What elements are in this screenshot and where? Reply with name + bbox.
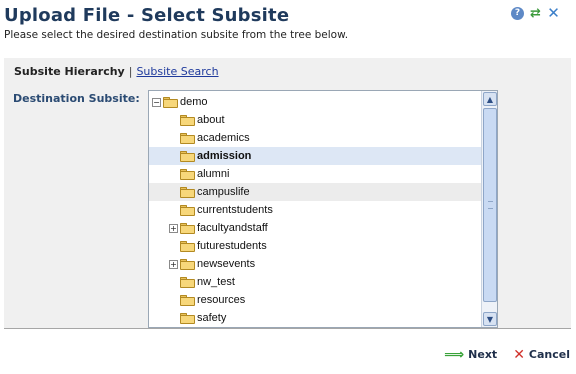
tree-item-label[interactable]: admission	[197, 150, 251, 162]
scroll-down-button[interactable]: ▼	[483, 312, 497, 326]
next-button[interactable]: ⟹ Next	[444, 346, 498, 363]
tree-item-label[interactable]: newsevents	[197, 258, 255, 270]
tree-item[interactable]: admission	[149, 147, 481, 165]
folder-icon	[180, 168, 195, 180]
tree-item-label[interactable]: futurestudents	[197, 240, 267, 252]
close-icon[interactable]: ✕	[547, 5, 560, 20]
folder-icon	[180, 312, 195, 324]
tree-item-label[interactable]: demo	[180, 96, 208, 108]
tree-root-item[interactable]: − demo	[149, 93, 481, 111]
folder-icon	[180, 240, 195, 252]
dialog-footer: ⟹ Next ✕ Cancel	[444, 346, 570, 363]
tree-item-label[interactable]: safety	[197, 312, 226, 324]
tab-subsite-search[interactable]: Subsite Search	[136, 65, 218, 78]
tree-item[interactable]: currentstudents	[149, 201, 481, 219]
tree-item[interactable]: futurestudents	[149, 237, 481, 255]
tab-subsite-hierarchy[interactable]: Subsite Hierarchy	[14, 65, 125, 78]
folder-icon	[180, 294, 195, 306]
collapse-icon[interactable]: −	[152, 97, 161, 107]
destination-subsite-label: Destination Subsite:	[13, 92, 140, 105]
tree-item[interactable]: resources	[149, 291, 481, 309]
scroll-grip	[488, 201, 493, 209]
folder-icon	[180, 222, 195, 234]
help-icon[interactable]: ?	[511, 6, 524, 20]
tree-item[interactable]: nw_test	[149, 273, 481, 291]
tree-item-label[interactable]: nw_test	[197, 276, 235, 288]
header-icons: ? ⇄ ✕	[511, 5, 560, 20]
folder-icon	[180, 132, 195, 144]
subsite-tree: − demo about academics admission alumni campus…	[149, 91, 481, 327]
next-arrow-icon: ⟹	[444, 346, 465, 363]
folder-icon	[180, 114, 195, 126]
folder-icon	[163, 96, 178, 108]
scroll-up-button[interactable]: ▲	[483, 92, 497, 106]
tree-item-label[interactable]: facultyandstaff	[197, 222, 268, 234]
cancel-x-icon: ✕	[513, 346, 525, 363]
folder-icon	[180, 186, 195, 198]
folder-icon	[180, 150, 195, 162]
folder-icon	[180, 258, 195, 270]
tree-item[interactable]: academics	[149, 129, 481, 147]
tree-item-label[interactable]: alumni	[197, 168, 229, 180]
folder-icon	[180, 204, 195, 216]
next-label: Next	[468, 348, 498, 361]
subsite-tree-box: − demo about academics admission alumni campus…	[148, 90, 498, 328]
expand-icon[interactable]: +	[169, 259, 178, 269]
scroll-thumb[interactable]	[483, 108, 497, 302]
tree-item-label[interactable]: academics	[197, 132, 250, 144]
tree-item[interactable]: alumni	[149, 165, 481, 183]
tree-item[interactable]: + facultyandstaff	[149, 219, 481, 237]
expand-icon[interactable]: +	[169, 223, 178, 233]
page-subtitle: Please select the desired destination su…	[4, 29, 349, 41]
tree-item-label[interactable]: resources	[197, 294, 245, 306]
tree-item-label[interactable]: about	[197, 114, 225, 126]
subsite-panel: Subsite Hierarchy | Subsite Search Destina…	[4, 58, 571, 329]
tree-item[interactable]: about	[149, 111, 481, 129]
tree-item[interactable]: safety	[149, 309, 481, 327]
tree-scrollbar[interactable]: ▲ ▼	[481, 91, 497, 327]
tree-item-label[interactable]: currentstudents	[197, 204, 273, 216]
tree-item[interactable]: campuslife	[149, 183, 481, 201]
refresh-icon[interactable]: ⇄	[529, 7, 542, 20]
tab-separator: |	[128, 65, 133, 78]
view-tabs: Subsite Hierarchy | Subsite Search	[14, 65, 219, 78]
tree-item-label[interactable]: campuslife	[197, 186, 250, 198]
cancel-label: Cancel	[528, 348, 570, 361]
dialog-header: Upload File - Select Subsite Please sele…	[4, 2, 572, 42]
page-title: Upload File - Select Subsite	[4, 5, 290, 26]
cancel-button[interactable]: ✕ Cancel	[513, 346, 570, 363]
folder-icon	[180, 276, 195, 288]
tree-item[interactable]: + newsevents	[149, 255, 481, 273]
